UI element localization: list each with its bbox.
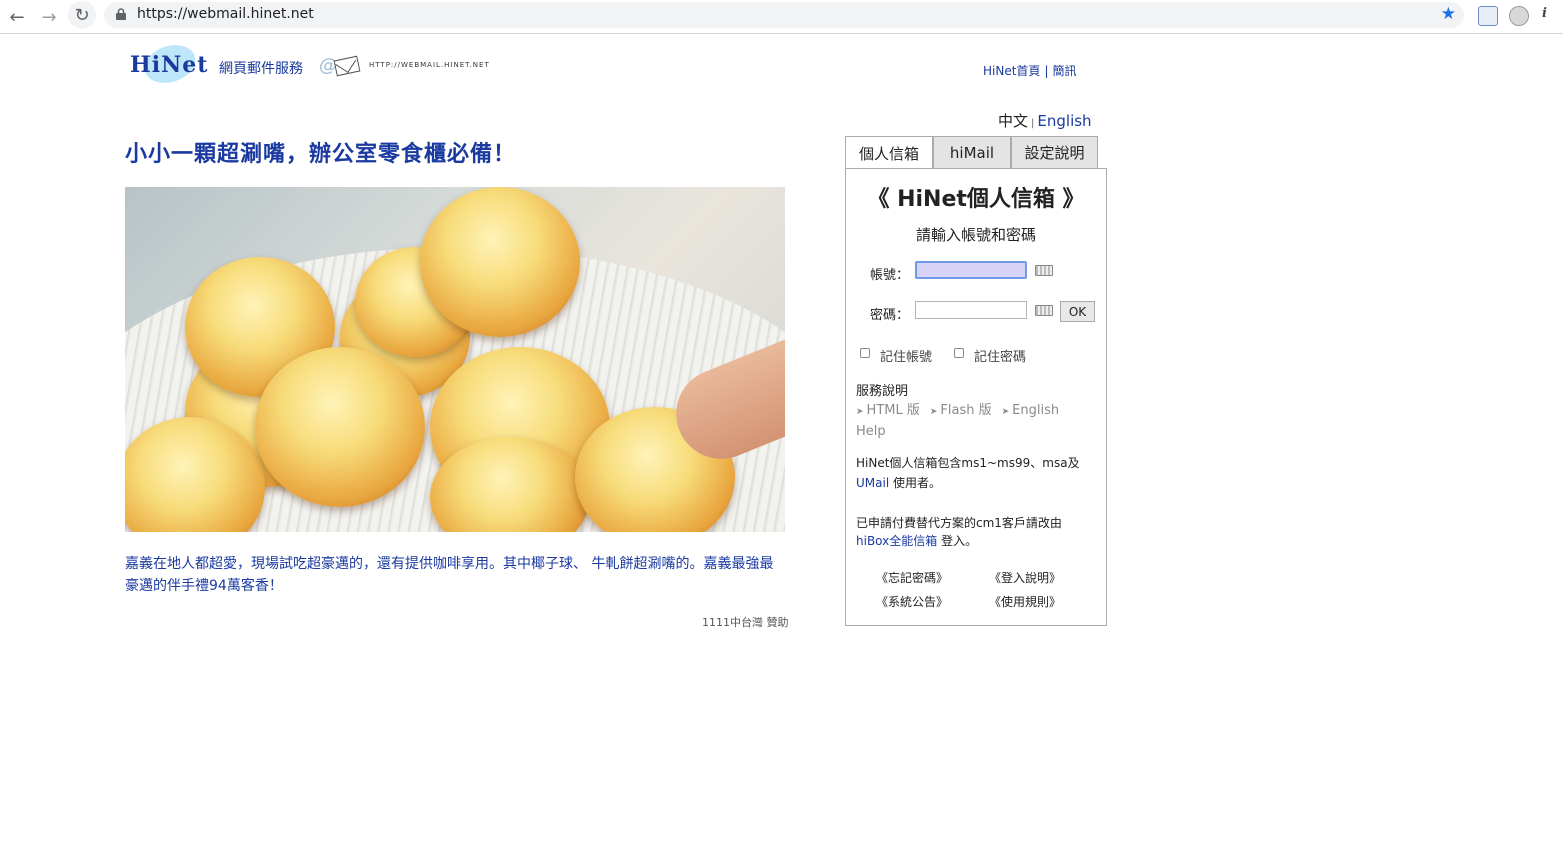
article-headline[interactable]: 小小一顆超涮嘴，辦公室零食櫃必備！	[125, 136, 516, 168]
account-label: 帳號：	[870, 268, 910, 283]
url-text: https://webmail.hinet.net	[137, 6, 314, 22]
system-notice-link[interactable]: 《系統公告》	[876, 593, 948, 610]
login-title: 《 HiNet個人信箱 》	[867, 187, 1085, 212]
arrow-icon: ➤	[1001, 407, 1010, 417]
hibox-info-tail: 登入。	[937, 534, 978, 548]
hinet-home-link[interactable]: HiNet首頁	[983, 64, 1040, 78]
coconut-ball	[255, 347, 425, 507]
hibox-info-text: 已申請付費替代方案的cm1客戶請改由	[856, 516, 1062, 530]
browser-toolbar: ← → ↻ https://webmail.hinet.net ★ i	[0, 0, 1563, 34]
extension-icon[interactable]	[1478, 6, 1498, 26]
lang-chinese[interactable]: 中文	[998, 112, 1028, 130]
top-links: HiNet首頁 | 簡訊	[983, 62, 1077, 79]
forward-arrow-icon[interactable]: →	[37, 5, 61, 29]
sponsor-label: 1111中台灣 贊助	[702, 616, 789, 629]
logo-text: HiNet	[130, 52, 209, 78]
remember-password-checkbox[interactable]	[954, 348, 964, 358]
back-arrow-icon[interactable]: ←	[5, 5, 29, 29]
article-photo[interactable]	[125, 187, 785, 532]
address-bar[interactable]: https://webmail.hinet.net ★	[104, 2, 1464, 28]
login-help-link[interactable]: 《登入說明》	[989, 569, 1061, 586]
lock-icon	[116, 8, 126, 20]
info-extension-icon[interactable]: i	[1542, 6, 1556, 24]
language-switch: 中文 | English	[998, 110, 1092, 131]
forgot-password-link[interactable]: 《忘記密碼》	[876, 569, 948, 586]
tab-setup-help[interactable]: 設定說明	[1011, 136, 1098, 168]
password-label: 密碼：	[870, 308, 910, 323]
login-subtitle: 請輸入帳號和密碼	[915, 226, 1036, 244]
terms-of-use-link[interactable]: 《使用規則》	[989, 593, 1061, 610]
bookmark-star-icon[interactable]: ★	[1441, 4, 1456, 24]
site-url-slogan: HTTP://WEBMAIL.HINET.NET	[369, 61, 490, 69]
service-links: ➤ HTML 版 ➤ Flash 版 ➤ English Help	[856, 401, 1096, 441]
html-version-link[interactable]: ➤ HTML 版	[856, 403, 920, 418]
link-separator: |	[1044, 64, 1049, 78]
english-link[interactable]: ➤ English	[1002, 403, 1060, 418]
remember-password-label[interactable]: 記住密碼	[974, 346, 1026, 365]
hinet-logo[interactable]: HiNet	[130, 38, 220, 90]
tab-personal-mailbox[interactable]: 個人信箱	[845, 136, 933, 170]
remember-account-label[interactable]: 記住帳號	[880, 346, 932, 365]
extension-code-icon[interactable]	[1509, 6, 1529, 26]
help-link[interactable]: Help	[856, 424, 886, 439]
arrow-icon: ➤	[856, 407, 864, 417]
service-title: 服務說明	[856, 384, 909, 399]
tab-himail[interactable]: hiMail	[933, 136, 1011, 168]
hibox-link[interactable]: hiBox全能信箱	[856, 534, 937, 548]
flash-version-link[interactable]: ➤ Flash 版	[930, 403, 992, 418]
sms-link[interactable]: 簡訊	[1052, 64, 1076, 78]
reload-icon[interactable]: ↻	[68, 1, 96, 29]
mailbox-info-tail: 使用者。	[889, 476, 941, 490]
umail-link[interactable]: UMail	[856, 476, 889, 490]
lang-english[interactable]: English	[1037, 112, 1091, 130]
mailbox-info: HiNet個人信箱包含ms1~ms99、msa及 UMail 使用者。	[856, 453, 1101, 493]
account-input[interactable]	[915, 261, 1027, 279]
lang-separator: |	[1031, 118, 1035, 129]
article-description[interactable]: 嘉義在地人都超愛，現場試吃超豪邁的，還有提供咖啡享用。其中椰子球、 牛軋餅超涮嘴…	[125, 553, 785, 597]
arrow-icon: ➤	[929, 407, 938, 417]
mailbox-info-text: HiNet個人信箱包含ms1~ms99、msa及	[856, 456, 1080, 470]
remember-account-checkbox[interactable]	[860, 348, 870, 358]
coconut-ball	[420, 187, 580, 337]
hibox-info: 已申請付費替代方案的cm1客戶請改由 hiBox全能信箱 登入。	[856, 514, 1101, 550]
envelope-icon	[333, 55, 361, 77]
service-name: 網頁郵件服務	[219, 61, 303, 77]
virtual-keyboard-icon[interactable]	[1035, 265, 1053, 276]
password-input[interactable]	[915, 301, 1027, 319]
login-panel: 《 HiNet個人信箱 》 請輸入帳號和密碼 帳號： 密碼： OK 記住帳號 記…	[845, 168, 1107, 626]
virtual-keyboard-icon[interactable]	[1035, 305, 1053, 316]
ok-button[interactable]: OK	[1060, 301, 1095, 322]
